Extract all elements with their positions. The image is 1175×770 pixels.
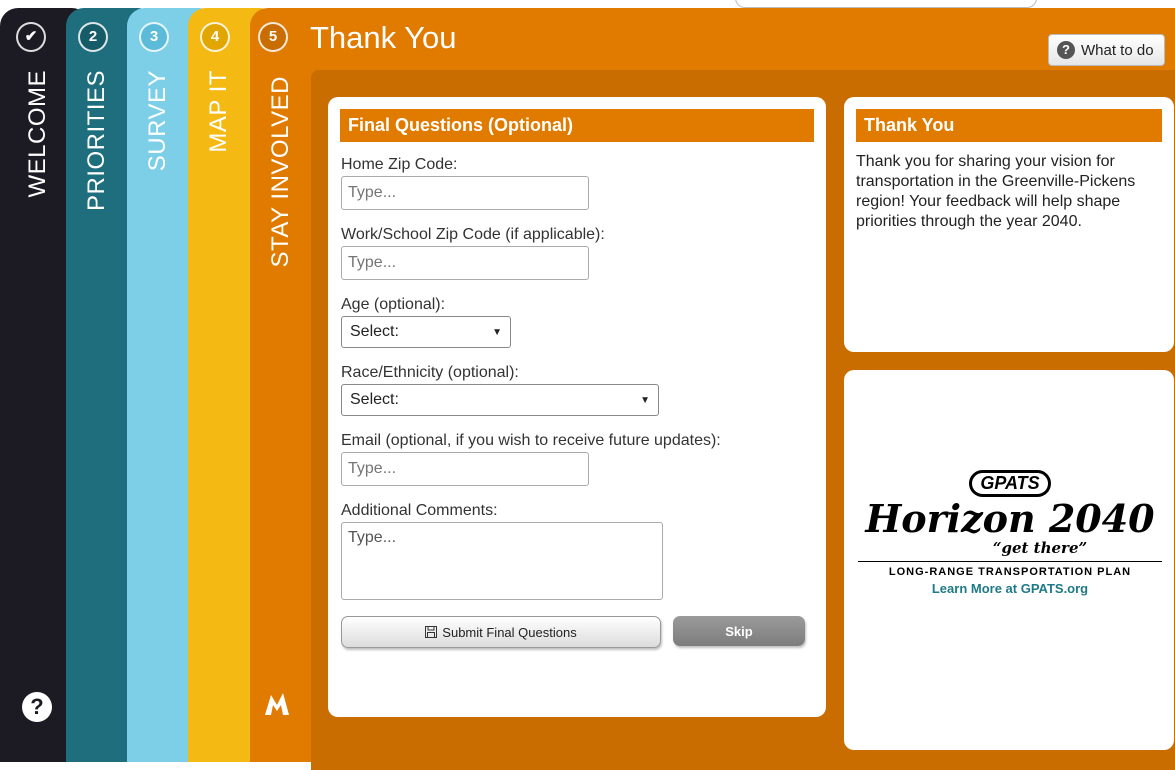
work-zip-label: Work/School Zip Code (if applicable): [341,226,605,243]
age-label: Age (optional): [341,296,446,313]
work-zip-input[interactable] [341,246,589,280]
age-select[interactable]: Select: ▼ [341,316,511,348]
submit-label: Submit Final Questions [442,624,577,640]
metroquest-logo-icon [265,693,289,715]
comments-label: Additional Comments: [341,502,498,519]
race-select-value: Select: [350,391,399,408]
step-number-priorities: 2 [78,22,108,52]
step-number-survey: 3 [139,22,169,52]
what-to-do-button[interactable]: ? What to do [1048,34,1165,66]
what-to-do-label: What to do [1081,41,1154,59]
step-number-stay-involved: 5 [258,22,288,52]
horizon-logo-card: GPATS Horizon 2040 “get there” LONG-RANG… [844,370,1174,750]
step-number-map-it: 4 [200,22,230,52]
caret-down-icon: ▼ [492,326,502,338]
horizon-title: Horizon 2040 [865,496,1155,541]
email-label: Email (optional, if you wish to receive … [341,432,721,449]
thank-you-card: Thank You Thank you for sharing your vis… [844,97,1174,352]
step-label-survey: SURVEY [144,70,171,172]
race-select[interactable]: Select: ▼ [341,384,659,416]
horizon-tagline: “get there” [992,539,1088,557]
email-input[interactable] [341,452,589,486]
thank-you-heading: Thank You [856,109,1162,142]
home-zip-label: Home Zip Code: [341,156,458,173]
horizon-subtitle: LONG-RANGE TRANSPORTATION PLAN [858,561,1162,578]
gpats-brand: GPATS [969,470,1051,497]
step-tab-stay-involved[interactable]: 5 STAY INVOLVED Thank You Final Question… [250,8,1175,770]
check-icon: ✔ [16,22,46,52]
final-questions-heading: Final Questions (Optional) [340,109,814,142]
final-questions-card: Final Questions (Optional) Home Zip Code… [328,97,826,717]
comments-textarea[interactable]: Type... [341,522,663,600]
page-title: Thank You [310,20,457,55]
home-zip-input[interactable] [341,176,589,210]
age-select-value: Select: [350,323,399,340]
horizon-logo[interactable]: GPATS Horizon 2040 “get there” LONG-RANG… [858,470,1162,596]
thank-you-text: Thank you for sharing your vision for tr… [856,153,1136,230]
content-area: Final Questions (Optional) Home Zip Code… [311,70,1175,770]
submit-final-questions-button[interactable]: Submit Final Questions [341,616,661,648]
learn-more-link[interactable]: Learn More at GPATS.org [858,581,1162,596]
save-icon [425,626,438,638]
step-label-stay-involved: STAY INVOLVED [267,76,294,268]
step-label-welcome: WELCOME [24,70,51,198]
search-bar-edge [735,0,1037,8]
step-label-priorities: PRIORITIES [83,70,110,212]
question-icon: ? [1057,41,1075,59]
caret-down-icon: ▼ [640,394,650,406]
skip-button[interactable]: Skip [673,616,805,646]
race-label: Race/Ethnicity (optional): [341,364,519,381]
help-icon[interactable]: ? [22,692,52,722]
step-label-map-it: MAP IT [205,70,232,153]
